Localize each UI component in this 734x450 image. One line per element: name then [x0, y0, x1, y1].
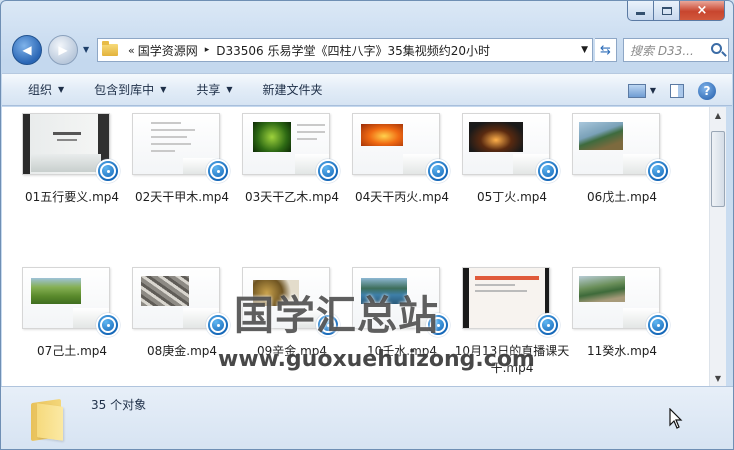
preview-pane-icon[interactable] — [670, 83, 684, 98]
file-view[interactable]: 01五行要义.mp4 02天干甲木.mp4 03天干乙木.mp4 04天干丙火.… — [2, 107, 709, 386]
back-button[interactable]: ◀ — [12, 35, 42, 65]
video-player-icon — [96, 313, 120, 337]
file-item[interactable]: 01五行要义.mp4 — [14, 107, 124, 233]
chevron-down-icon: ▼ — [58, 85, 65, 94]
breadcrumb-separator-icon[interactable]: ▸ — [205, 45, 210, 55]
recent-pages-dropdown[interactable]: ▼ — [83, 45, 89, 54]
new-folder-button[interactable]: 新建文件夹 — [253, 81, 333, 98]
minimize-icon — [636, 12, 645, 15]
close-button[interactable]: × — [680, 1, 725, 21]
file-name: 01五行要义.mp4 — [24, 190, 120, 204]
video-player-icon — [426, 159, 450, 183]
watermark-url: www.guoxuehuizong.com — [218, 347, 535, 372]
scrollbar-thumb[interactable] — [711, 131, 725, 207]
folder-icon — [29, 395, 71, 442]
caption-buttons: × — [627, 1, 725, 21]
file-item[interactable]: 07己土.mp4 — [14, 261, 124, 386]
window-border — [726, 107, 733, 386]
video-player-icon — [96, 159, 120, 183]
search-input[interactable]: 搜索 D33... — [623, 38, 729, 62]
file-item[interactable]: 03天干乙木.mp4 — [234, 107, 344, 233]
help-icon[interactable]: ? — [698, 81, 716, 100]
organize-button[interactable]: 组织 ▼ — [18, 81, 74, 98]
file-item[interactable]: 04天干丙火.mp4 — [344, 107, 454, 233]
watermark-title: 国学汇总站 — [234, 293, 439, 339]
navigation-bar: ◀ ▶ ▼ « 国学资源网 ▸ D33506 乐易学堂《四柱八字》35集视频约2… — [1, 33, 733, 67]
file-name: 02天干甲木.mp4 — [134, 190, 230, 204]
close-icon: × — [696, 3, 708, 18]
file-item[interactable]: 02天干甲木.mp4 — [124, 107, 234, 233]
file-item[interactable]: 11癸水.mp4 — [564, 261, 674, 386]
file-name: 06戊土.mp4 — [586, 190, 658, 204]
file-name: 03天干乙木.mp4 — [244, 190, 340, 204]
organize-label: 组织 — [28, 83, 53, 97]
video-player-icon — [536, 313, 560, 337]
file-name: 04天干丙火.mp4 — [354, 190, 450, 204]
maximize-icon — [661, 6, 672, 15]
file-name: 07己土.mp4 — [36, 344, 108, 358]
search-icon[interactable] — [711, 43, 722, 54]
forward-button[interactable]: ▶ — [48, 35, 78, 65]
chevron-down-icon: ▼ — [226, 85, 233, 94]
include-in-library-label: 包含到库中 — [94, 83, 155, 97]
address-dropdown-icon[interactable]: ▼ — [581, 45, 588, 55]
address-bar[interactable]: « 国学资源网 ▸ D33506 乐易学堂《四柱八字》35集视频约20小时 ▼ — [97, 38, 593, 62]
scroll-up-icon[interactable]: ▲ — [710, 107, 726, 123]
minimize-button[interactable] — [627, 1, 654, 21]
arrow-left-icon: ◀ — [22, 43, 32, 57]
video-player-icon — [206, 159, 230, 183]
explorer-window: × ◀ ▶ ▼ « 国学资源网 ▸ D33506 乐易学堂《四柱八字》35集视频… — [0, 0, 734, 450]
video-player-icon — [646, 313, 670, 337]
vertical-scrollbar[interactable]: ▲ ▼ — [709, 107, 726, 386]
video-player-icon — [206, 313, 230, 337]
include-in-library-button[interactable]: 包含到库中 ▼ — [84, 81, 176, 98]
view-controls: ▼ ? — [627, 74, 732, 107]
details-pane: 35 个对象 — [1, 386, 733, 449]
command-bar: 组织 ▼ 包含到库中 ▼ 共享 ▼ 新建文件夹 ▼ ? — [2, 73, 732, 106]
refresh-button[interactable]: ⇆ — [595, 38, 617, 62]
file-item[interactable]: 06戊土.mp4 — [564, 107, 674, 233]
mouse-cursor-icon — [669, 407, 683, 430]
video-player-icon — [316, 159, 340, 183]
item-count: 35 个对象 — [91, 398, 147, 412]
file-name: 11癸水.mp4 — [586, 344, 658, 358]
video-player-icon — [646, 159, 670, 183]
chevron-down-icon: ▼ — [160, 85, 167, 94]
new-folder-label: 新建文件夹 — [262, 83, 323, 97]
share-button[interactable]: 共享 ▼ — [186, 81, 242, 98]
chevron-down-icon[interactable]: ▼ — [650, 86, 656, 95]
scroll-down-icon[interactable]: ▼ — [710, 370, 726, 386]
share-label: 共享 — [196, 83, 221, 97]
breadcrumb-segment[interactable]: 国学资源网 — [138, 42, 198, 59]
file-name: 05丁火.mp4 — [476, 190, 548, 204]
video-player-icon — [536, 159, 560, 183]
breadcrumb-segment[interactable]: D33506 乐易学堂《四柱八字》35集视频约20小时 — [216, 42, 490, 59]
arrow-right-icon: ▶ — [58, 43, 68, 57]
view-options-icon[interactable] — [627, 83, 646, 98]
maximize-button[interactable] — [654, 1, 680, 21]
file-item[interactable]: 05丁火.mp4 — [454, 107, 564, 233]
refresh-icon: ⇆ — [600, 42, 611, 58]
search-placeholder: 搜索 D33... — [630, 43, 694, 58]
folder-icon — [102, 41, 118, 56]
address-overflow-chevron[interactable]: « — [128, 44, 135, 57]
